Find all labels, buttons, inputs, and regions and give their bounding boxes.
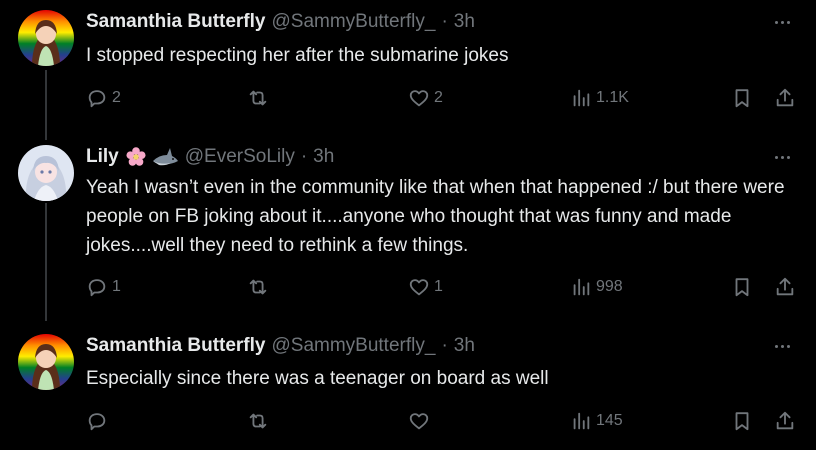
reply-button[interactable]: [86, 410, 112, 432]
share-button[interactable]: [774, 87, 796, 109]
reply-icon: [88, 90, 106, 108]
avatar[interactable]: [18, 10, 74, 66]
share-button[interactable]: [774, 276, 796, 298]
bookmark-button[interactable]: [731, 410, 753, 432]
tweet-text: I stopped respecting her after the subma…: [86, 45, 509, 66]
views-button[interactable]: 998: [570, 276, 623, 298]
retweet-button[interactable]: [247, 410, 273, 432]
share-icon: [776, 277, 794, 296]
timestamp[interactable]: 3h: [313, 146, 334, 168]
views-button[interactable]: 1.1K: [570, 87, 629, 109]
reply-count: 2: [112, 89, 121, 106]
display-name[interactable]: Lily: [86, 146, 119, 168]
avatar[interactable]: [18, 145, 74, 201]
retweet-icon: [249, 90, 267, 106]
display-name[interactable]: Samanthia Butterfly: [86, 335, 265, 357]
bookmark-icon: [735, 89, 749, 108]
tweet-text: Especially since there was a teenager on…: [86, 368, 549, 389]
name-emoji: [125, 146, 179, 168]
display-name[interactable]: Samanthia Butterfly: [86, 11, 265, 33]
tweet-header: Samanthia Butterfly @SammyButterfly_ · 3…: [86, 10, 475, 34]
timestamp[interactable]: 3h: [454, 335, 475, 357]
tweet[interactable]: Samanthia Butterfly @SammyButterfly_ · 3…: [0, 10, 816, 120]
tweet[interactable]: Samanthia Butterfly @SammyButterfly_ · 3…: [0, 334, 816, 444]
bookmark-icon: [735, 278, 749, 297]
like-button[interactable]: [408, 410, 434, 432]
share-button[interactable]: [774, 410, 796, 432]
reply-icon: [88, 279, 106, 297]
timestamp[interactable]: 3h: [454, 11, 475, 33]
analytics-icon: [573, 412, 590, 430]
separator: ·: [441, 335, 448, 356]
reply-button[interactable]: 1: [86, 276, 121, 298]
separator: ·: [441, 11, 448, 32]
like-button[interactable]: 1: [408, 276, 443, 298]
view-count: 1.1K: [596, 89, 629, 106]
action-bar: 1 1 998: [0, 276, 816, 300]
reply-icon: [88, 413, 106, 431]
views-button[interactable]: 145: [570, 410, 623, 432]
retweet-icon: [249, 413, 267, 429]
bookmark-button[interactable]: [731, 276, 753, 298]
analytics-icon: [573, 89, 590, 107]
separator: ·: [300, 146, 308, 167]
shark-icon: [152, 148, 178, 166]
view-count: 998: [596, 278, 623, 295]
cherry-blossom-icon: [126, 147, 146, 166]
bookmark-icon: [735, 412, 749, 431]
like-count: 2: [434, 89, 443, 106]
reply-count: 1: [112, 278, 121, 295]
retweet-button[interactable]: [247, 87, 273, 109]
bookmark-button[interactable]: [731, 87, 753, 109]
handle[interactable]: @SammyButterfly_: [271, 335, 435, 357]
tweet-header: Lily @EverSoLily · 3h: [86, 145, 334, 169]
heart-icon: [409, 413, 429, 430]
like-button[interactable]: 2: [408, 87, 443, 109]
avatar[interactable]: [18, 334, 74, 390]
action-bar: 2 2 1.1K: [0, 87, 816, 111]
action-bar: 145: [0, 410, 816, 434]
retweet-button[interactable]: [247, 276, 273, 298]
like-count: 1: [434, 278, 443, 295]
more-options-icon[interactable]: [768, 14, 796, 30]
view-count: 145: [596, 412, 623, 429]
retweet-icon: [249, 279, 267, 295]
heart-icon: [409, 90, 429, 107]
reply-button[interactable]: 2: [86, 87, 121, 109]
share-icon: [776, 88, 794, 107]
tweet-text: Yeah I wasn’t even in the community like…: [86, 177, 785, 256]
heart-icon: [409, 279, 429, 296]
handle[interactable]: @EverSoLily: [185, 146, 295, 168]
tweet-header: Samanthia Butterfly @SammyButterfly_ · 3…: [86, 334, 475, 358]
handle[interactable]: @SammyButterfly_: [271, 11, 435, 33]
analytics-icon: [573, 278, 590, 296]
share-icon: [776, 411, 794, 430]
more-options-icon[interactable]: [768, 149, 796, 165]
tweet[interactable]: Lily @EverSoLily · 3h Yeah I wasn’t even…: [0, 145, 816, 305]
more-options-icon[interactable]: [768, 338, 796, 354]
